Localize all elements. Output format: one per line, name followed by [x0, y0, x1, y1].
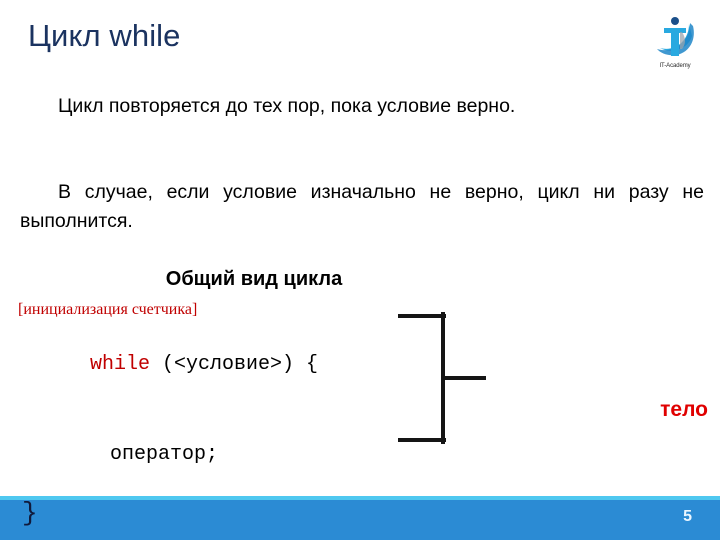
- paragraph-definition: Цикл повторяется до тех пор, пока услови…: [20, 92, 704, 121]
- it-academy-logo: IT-Academy: [644, 14, 706, 76]
- footer-accent-stripe: [0, 496, 720, 500]
- paragraph-zero-iterations: В случае, если условие изначально не вер…: [20, 178, 704, 236]
- body-label-word-1-text: тело: [660, 398, 708, 421]
- code-keyword-while: while: [90, 353, 151, 376]
- annotation-counter-init: [инициализация счетчика]: [18, 301, 198, 318]
- code-line-statement: оператор;: [18, 410, 418, 500]
- slide-canvas: Цикл while IT-Academy Цикл повторяется д…: [0, 0, 720, 540]
- loop-body-brace-diagram: [396, 310, 502, 446]
- paragraph-definition-text: Цикл повторяется до тех пор, пока услови…: [58, 95, 516, 117]
- page-title: Цикл while: [28, 18, 181, 53]
- logo-caption: IT-Academy: [659, 63, 691, 69]
- code-line-while: while (<условие>) {: [18, 320, 418, 410]
- body-label-word-1: тело: [660, 398, 708, 422]
- page-number: 5: [683, 508, 692, 525]
- code-while-condition: (<условие>) {: [150, 353, 319, 376]
- general-form-heading: Общий вид цикла: [165, 268, 343, 290]
- logo-mark-icon: [649, 14, 701, 62]
- code-closing-brace: }: [22, 498, 38, 528]
- paragraph-zero-iterations-text: В случае, если условие изначально не вер…: [20, 181, 704, 232]
- footer-bar: 5: [0, 496, 720, 540]
- code-statement-text: оператор;: [110, 443, 219, 466]
